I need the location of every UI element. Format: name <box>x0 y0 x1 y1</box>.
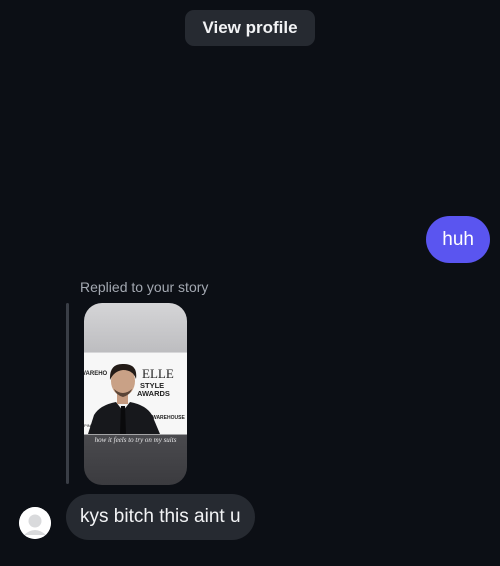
sender-avatar[interactable] <box>19 507 51 539</box>
story-photo: VAREHO ELLE STYLE AWARDS WAREHOUSE PINK <box>84 353 187 434</box>
reply-indicator-line <box>66 303 69 484</box>
backdrop-text-awards: AWARDS <box>137 389 170 398</box>
backdrop-text-warehouse: WAREHOUSE <box>152 415 185 421</box>
view-profile-button[interactable]: View profile <box>185 10 315 46</box>
story-reply-caption: Replied to your story <box>80 279 209 295</box>
backdrop-text-elle: ELLE <box>142 366 174 381</box>
outgoing-message-bubble[interactable]: huh <box>426 216 490 263</box>
story-overlay-text: how it feels to try on my suits <box>94 436 177 444</box>
story-thumbnail[interactable]: VAREHO ELLE STYLE AWARDS WAREHOUSE PINK … <box>84 303 187 485</box>
dm-thread: View profile huh Replied to your story V… <box>0 0 500 566</box>
backdrop-text-left: VAREHO <box>84 371 108 377</box>
default-avatar-icon <box>19 507 51 539</box>
incoming-message-text: kys bitch this aint u <box>80 506 241 527</box>
incoming-message-bubble[interactable]: kys bitch this aint u <box>66 494 255 540</box>
outgoing-message-text: huh <box>442 228 474 250</box>
